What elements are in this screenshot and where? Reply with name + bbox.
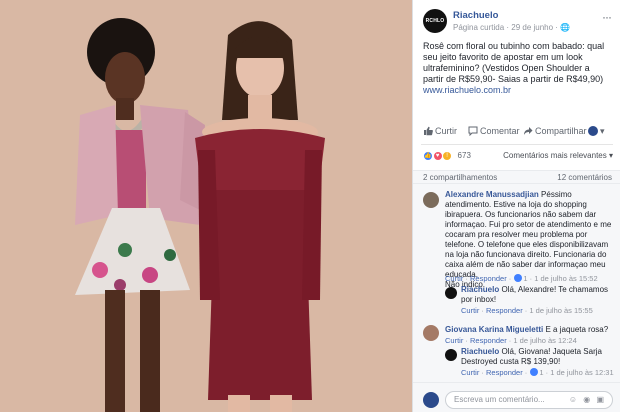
post-body: Rosê com floral ou tubinho com babado: q…: [423, 41, 605, 84]
like-label: Curtir: [435, 126, 457, 136]
comment-text: Péssimo atendimento. Estive na loja do s…: [445, 190, 612, 279]
comment-date[interactable]: 1 de julho às 15:52: [534, 274, 597, 283]
comment-like-link[interactable]: Curtir: [445, 274, 463, 283]
reply-like-link[interactable]: Curtir: [461, 368, 479, 377]
share-label: Compartilhar: [535, 126, 587, 136]
share-icon: [524, 127, 533, 135]
avatar[interactable]: [423, 325, 439, 341]
comment-reply-link[interactable]: Responder: [470, 274, 507, 283]
reply-meta: Curtir · Responder · 1 de julho às 15:55: [461, 306, 593, 315]
divider: [421, 144, 613, 145]
like-button[interactable]: Curtir: [423, 126, 457, 136]
reply-reaction-count: 1: [539, 368, 544, 377]
reply-author[interactable]: Riachuelo: [461, 285, 499, 294]
reactions-bar[interactable]: 👍 ♥ ! 673 Comentários mais relevantes ▾: [423, 150, 613, 162]
like-reaction-icon: 👍: [423, 150, 433, 161]
more-icon[interactable]: ···: [602, 10, 612, 24]
comment: Giovana Karina Migueletti E a jaqueta ro…: [445, 325, 613, 335]
reply-date[interactable]: 1 de julho às 15:55: [529, 306, 592, 315]
page-avatar[interactable]: RCHLO: [423, 9, 447, 33]
comment-button[interactable]: Comentar: [468, 126, 520, 136]
comments-list: Alexandre Manussadjian Péssimo atendimen…: [413, 184, 620, 382]
comment-reaction-count: 1: [523, 274, 528, 283]
comment-author[interactable]: Alexandre Manussadjian: [445, 190, 539, 199]
reply-reply-link[interactable]: Responder: [486, 306, 523, 315]
like-reaction-icon: [530, 368, 539, 376]
composer-tools-icons[interactable]: ☺ ◉ ▣: [569, 395, 606, 404]
post-link[interactable]: www.riachuelo.com.br: [423, 85, 511, 95]
reply-date[interactable]: 1 de julho às 12:31: [550, 368, 613, 377]
audience-selector[interactable]: ▾: [588, 126, 605, 137]
reply-avatar[interactable]: [445, 287, 457, 299]
current-user-avatar[interactable]: [423, 392, 439, 408]
comment-icon: [468, 126, 478, 136]
post-actions: Curtir Comentar Compartilhar ▾: [413, 124, 620, 140]
like-icon: [424, 126, 433, 136]
comment-reply-link[interactable]: Responder: [470, 336, 507, 345]
comment-input-placeholder: Escreva um comentário...: [454, 395, 545, 404]
share-count[interactable]: 2 compartilhamentos: [423, 173, 497, 182]
comment-sort-dropdown[interactable]: Comentários mais relevantes ▾: [503, 151, 613, 160]
reply-author[interactable]: Riachuelo: [461, 347, 499, 356]
comment-date[interactable]: 1 de julho às 12:24: [513, 336, 576, 345]
comment-input[interactable]: Escreva um comentário... ☺ ◉ ▣: [445, 391, 613, 409]
comment-meta: Curtir · Responder · 1 de julho às 12:24: [445, 336, 577, 345]
wow-reaction-icon: !: [442, 150, 453, 161]
post-photo[interactable]: [0, 0, 412, 412]
reply-meta: Curtir · Responder · 1 · 1 de julho às 1…: [461, 368, 614, 377]
comment-meta: Curtir · Responder · 1 · 1 de julho às 1…: [445, 274, 598, 283]
comment-label: Comentar: [480, 126, 520, 136]
photo-illustration: [0, 0, 412, 412]
reply: Riachuelo Olá, Giovana! Jaqueta Sarja De…: [461, 347, 611, 367]
post-panel: RCHLO Riachuelo Página curtida · 29 de j…: [412, 0, 620, 412]
reply-reply-link[interactable]: Responder: [486, 368, 523, 377]
reaction-count: 673: [457, 151, 471, 161]
love-reaction-icon: ♥: [432, 150, 443, 161]
post-header: RCHLO Riachuelo Página curtida · 29 de j…: [423, 9, 613, 35]
reply-like-link[interactable]: Curtir: [461, 306, 479, 315]
comment-count[interactable]: 12 comentários: [557, 173, 612, 182]
reply-avatar[interactable]: [445, 349, 457, 361]
share-button[interactable]: Compartilhar: [523, 126, 587, 136]
page-name-link[interactable]: Riachuelo: [453, 10, 498, 21]
avatar[interactable]: [423, 192, 439, 208]
post-stats: 2 compartilhamentos 12 comentários: [413, 170, 620, 184]
like-reaction-icon: [514, 274, 523, 282]
post-text: Rosê com floral ou tubinho com babado: q…: [423, 41, 611, 96]
comment-author[interactable]: Giovana Karina Migueletti: [445, 325, 543, 334]
post-meta: Página curtida · 29 de junho · 🌐: [453, 23, 571, 32]
comment-composer: Escreva um comentário... ☺ ◉ ▣: [413, 382, 620, 412]
comment-text: E a jaqueta rosa?: [545, 325, 609, 334]
reply: Riachuelo Olá, Alexandre! Te chamamos po…: [461, 285, 611, 305]
profile-icon: [588, 126, 598, 136]
comment-like-link[interactable]: Curtir: [445, 336, 463, 345]
